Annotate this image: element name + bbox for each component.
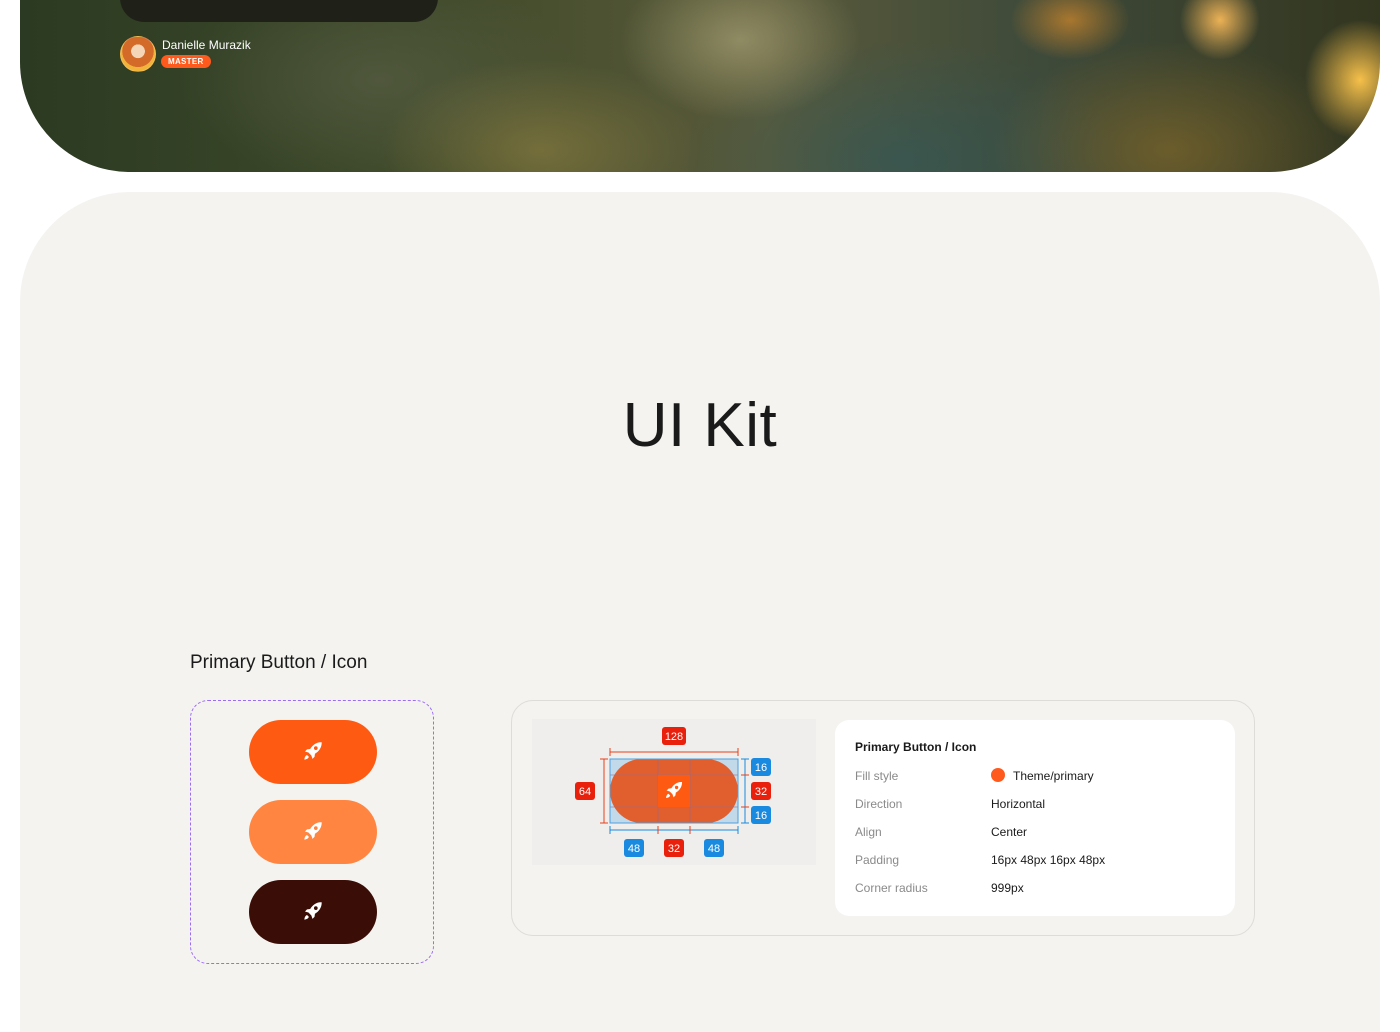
prop-row-fill-style: Fill style Theme/primary [855, 768, 1225, 787]
prop-row-direction: Direction Horizontal [855, 797, 1225, 815]
author-badge: MASTER [161, 55, 211, 68]
hover-icon-button[interactable] [249, 800, 377, 864]
rocket-icon [304, 902, 322, 920]
rocket-icon [304, 742, 322, 760]
prop-row-align: Align Center [855, 825, 1225, 843]
svg-text:48: 48 [628, 843, 640, 855]
prop-value: Theme/primary [1013, 769, 1094, 783]
properties-title: Primary Button / Icon [855, 740, 977, 754]
svg-text:64: 64 [579, 786, 591, 798]
dark-icon-button[interactable] [249, 880, 377, 944]
prop-label: Fill style [855, 769, 899, 783]
prop-label: Align [855, 825, 882, 839]
color-swatch [991, 768, 1005, 782]
rocket-icon [304, 822, 322, 840]
svg-text:32: 32 [755, 786, 767, 798]
svg-text:16: 16 [755, 810, 767, 822]
svg-text:48: 48 [708, 843, 720, 855]
prop-value: Horizontal [991, 797, 1046, 811]
prop-value: 16px 48px 16px 48px [991, 853, 1106, 867]
prop-label: Padding [855, 853, 900, 867]
prop-row-corner-radius: Corner radius 999px [855, 881, 1225, 899]
svg-text:128: 128 [665, 731, 683, 743]
button-variants-frame [190, 700, 434, 964]
hero-caption-pill [120, 0, 438, 22]
svg-text:16: 16 [755, 762, 767, 774]
page-title: UI Kit [622, 391, 778, 460]
ui-kit-section: UI Kit Primary Button / Icon 128 64 16 3… [20, 192, 1380, 1032]
prop-value: 999px [991, 881, 1024, 895]
spec-card: 128 64 16 32 16 48 32 48 Primary Button … [511, 700, 1255, 936]
section-label: Primary Button / Icon [190, 652, 368, 673]
prop-label: Direction [855, 797, 903, 811]
avatar [120, 36, 156, 72]
author-name: Danielle Murazik [162, 38, 251, 52]
prop-row-padding: Padding 16px 48px 16px 48px [855, 853, 1225, 871]
hero-banner: Danielle Murazik MASTER [20, 0, 1380, 172]
primary-icon-button[interactable] [249, 720, 377, 784]
svg-text:32: 32 [668, 843, 680, 855]
properties-panel: Primary Button / Icon Fill style Theme/p… [835, 720, 1235, 916]
prop-value: Center [991, 825, 1028, 839]
button-anatomy-diagram: 128 64 16 32 16 48 32 48 [532, 719, 816, 865]
prop-label: Corner radius [855, 881, 928, 895]
